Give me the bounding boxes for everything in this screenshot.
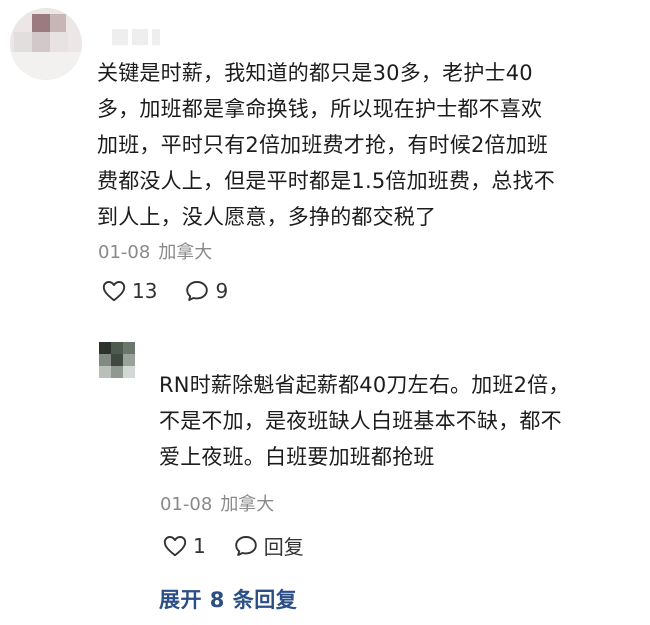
reply-count: 9 bbox=[215, 279, 229, 303]
reply-actions: 1 回复 bbox=[163, 531, 304, 560]
reply-meta: 01-08 加拿大 bbox=[160, 490, 274, 516]
commenter-avatar[interactable] bbox=[10, 8, 82, 80]
reply-like-button[interactable]: 1 bbox=[163, 534, 206, 558]
like-button[interactable]: 13 bbox=[102, 279, 157, 303]
comment-meta: 01-08 加拿大 bbox=[98, 238, 212, 264]
speech-bubble-icon bbox=[185, 280, 209, 302]
reply-date: 01-08 bbox=[160, 494, 213, 515]
comment-text: 关键是时薪，我知道的都只是30多，老护士40 多，加班都是拿命换钱，所以现在护士… bbox=[97, 61, 555, 229]
expand-replies-link[interactable]: 展开 8 条回复 bbox=[159, 584, 297, 614]
comment-date: 01-08 bbox=[98, 242, 151, 263]
reply-text: RN时薪除魁省起薪都40刀左右。加班2倍， 不是不加，是夜班缺人白班基本不缺，都… bbox=[159, 373, 570, 469]
speech-bubble-icon bbox=[234, 535, 258, 557]
commenter-name-blurred[interactable] bbox=[112, 29, 172, 45]
reply-location: 加拿大 bbox=[220, 494, 275, 515]
reply-avatar[interactable] bbox=[99, 342, 135, 378]
reply-button[interactable]: 回复 bbox=[234, 531, 304, 560]
heart-outline-icon bbox=[163, 535, 187, 557]
heart-outline-icon bbox=[102, 280, 126, 302]
comment-location: 加拿大 bbox=[158, 242, 213, 263]
reply-button-label: 回复 bbox=[263, 535, 304, 559]
reply-count-button[interactable]: 9 bbox=[185, 279, 228, 303]
like-count: 13 bbox=[132, 279, 158, 303]
comment-actions: 13 9 bbox=[102, 279, 228, 303]
reply-like-count: 1 bbox=[193, 533, 206, 558]
